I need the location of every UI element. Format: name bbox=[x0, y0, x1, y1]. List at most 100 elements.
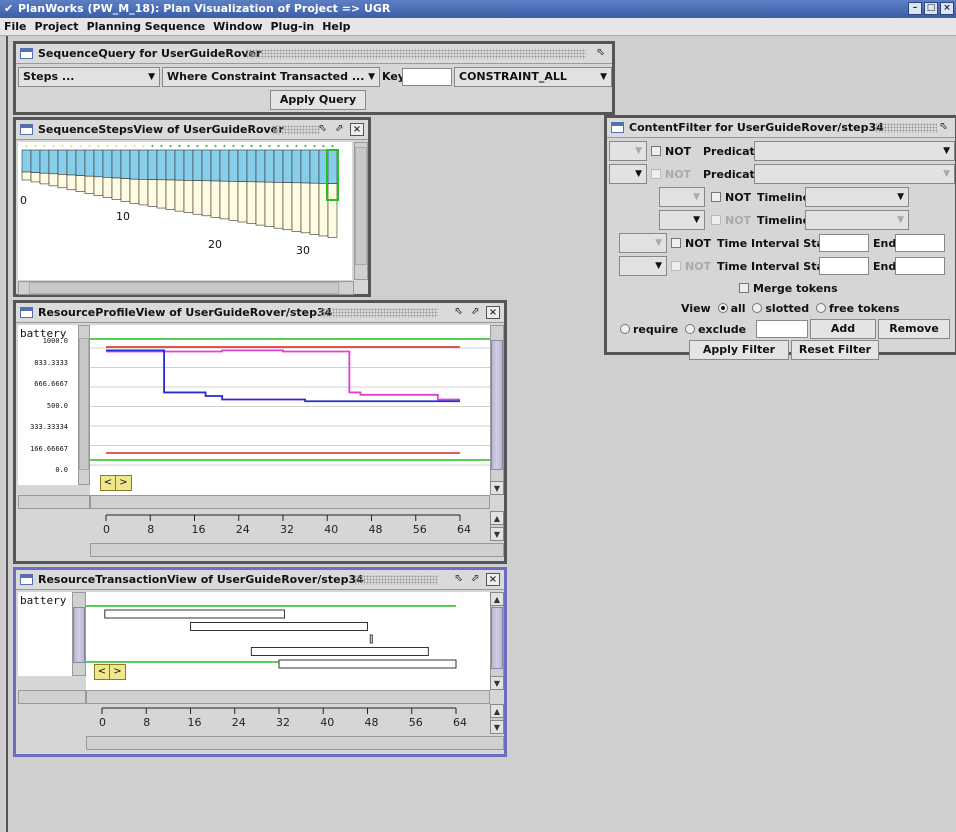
restore-icon[interactable]: ⬁ bbox=[452, 573, 466, 586]
interval2-start-input[interactable] bbox=[819, 257, 869, 275]
close-icon[interactable]: × bbox=[350, 123, 364, 136]
predicate2-and-or-combo[interactable]: ▼ bbox=[609, 164, 647, 184]
require-exclude-input[interactable] bbox=[756, 320, 808, 338]
scroll-right-button[interactable]: > bbox=[110, 665, 125, 679]
sequence-steps-titlebar[interactable]: SequenceStepsView of UserGuideRover ⬁ ⬀ … bbox=[16, 120, 368, 140]
interval-not-checkbox[interactable]: NOT bbox=[671, 237, 711, 250]
resource-transaction-titlebar[interactable]: ResourceTransactionView of UserGuideRove… bbox=[16, 570, 504, 590]
transaction-axis-vscrollbar[interactable]: ▲ ▼ bbox=[490, 704, 504, 734]
restore-icon[interactable]: ⬁ bbox=[316, 123, 330, 136]
reset-filter-button[interactable]: Reset Filter bbox=[791, 340, 879, 360]
transaction-label-vscrollbar[interactable] bbox=[72, 592, 86, 676]
view-free-radio[interactable] bbox=[815, 303, 826, 313]
scroll-up-arrow[interactable]: ▲ bbox=[490, 511, 504, 525]
scroll-down-arrow[interactable]: ▼ bbox=[490, 481, 504, 495]
menu-file[interactable]: File bbox=[4, 18, 27, 35]
where-combo[interactable]: Where Constraint Transacted ... ▼ bbox=[162, 67, 380, 87]
steps-combo[interactable]: Steps ... ▼ bbox=[18, 67, 160, 87]
exclude-radio[interactable] bbox=[685, 324, 696, 334]
predicate-and-or-combo[interactable]: ▼ bbox=[609, 141, 647, 161]
menu-help[interactable]: Help bbox=[322, 18, 350, 35]
minimize-icon[interactable]: – bbox=[908, 2, 922, 15]
checkbox[interactable] bbox=[711, 215, 721, 225]
transaction-axis-hscrollbar[interactable] bbox=[86, 736, 504, 750]
resource-profile-titlebar[interactable]: ResourceProfileView of UserGuideRover/st… bbox=[16, 303, 504, 323]
transaction-vscrollbar[interactable]: ▲ ▼ bbox=[490, 592, 504, 690]
restore-icon[interactable]: ⬁ bbox=[594, 47, 608, 60]
scroll-thumb[interactable] bbox=[355, 147, 367, 265]
maximize-icon[interactable]: ⬀ bbox=[468, 573, 482, 586]
restore-icon[interactable]: ⬁ bbox=[937, 121, 951, 134]
interval2-end-input[interactable] bbox=[895, 257, 945, 275]
timeline-not-checkbox[interactable]: NOT bbox=[711, 191, 751, 204]
maximize-icon[interactable]: ⬀ bbox=[332, 123, 346, 136]
interval2-and-or-combo[interactable]: ▼ bbox=[619, 256, 667, 276]
steps-vscrollbar[interactable] bbox=[354, 142, 368, 280]
predicate-not-checkbox[interactable]: NOT bbox=[651, 145, 691, 158]
checkbox[interactable] bbox=[671, 261, 681, 271]
scroll-down-arrow[interactable]: ▼ bbox=[490, 676, 504, 690]
merge-tokens-checkbox[interactable]: Merge tokens bbox=[739, 282, 838, 295]
remove-button[interactable]: Remove bbox=[878, 319, 950, 339]
interval-start-input[interactable] bbox=[819, 234, 869, 252]
interval2-not-checkbox[interactable]: NOT bbox=[671, 260, 711, 273]
timeline2-not-checkbox[interactable]: NOT bbox=[711, 214, 751, 227]
scroll-left-button[interactable]: < bbox=[95, 665, 110, 679]
close-icon[interactable]: × bbox=[940, 2, 954, 15]
maximize-icon[interactable]: ⬀ bbox=[468, 306, 482, 319]
scroll-right-button[interactable]: > bbox=[116, 476, 131, 490]
steps-chart[interactable] bbox=[18, 142, 352, 280]
resource-profile-chart[interactable] bbox=[90, 325, 490, 495]
checkbox[interactable] bbox=[651, 169, 661, 179]
key-input[interactable] bbox=[402, 68, 452, 86]
timeline-and-or-combo[interactable]: ▼ bbox=[659, 187, 705, 207]
transaction-label-hscrollbar[interactable] bbox=[18, 690, 86, 704]
menu-planning-sequence[interactable]: Planning Sequence bbox=[87, 18, 206, 35]
view-slotted-radio[interactable] bbox=[752, 303, 763, 313]
scroll-thumb[interactable] bbox=[491, 340, 503, 470]
timeline-combo[interactable]: ▼ bbox=[805, 187, 909, 207]
sequence-query-titlebar[interactable]: SequenceQuery for UserGuideRover ⬁ bbox=[16, 44, 612, 64]
close-icon[interactable]: × bbox=[486, 573, 500, 586]
app-menu-icon[interactable]: ✔ bbox=[4, 0, 13, 18]
checkbox[interactable] bbox=[671, 238, 681, 248]
apply-filter-button[interactable]: Apply Filter bbox=[689, 340, 789, 360]
menu-plug-in[interactable]: Plug-in bbox=[271, 18, 315, 35]
scroll-thumb[interactable] bbox=[73, 607, 85, 663]
scroll-up-arrow[interactable]: ▲ bbox=[490, 704, 504, 718]
checkbox[interactable] bbox=[711, 192, 721, 202]
content-filter-titlebar[interactable]: ContentFilter for UserGuideRover/step34 … bbox=[607, 118, 955, 138]
resource-transaction-chart[interactable] bbox=[86, 592, 490, 690]
profile-axis-vscrollbar[interactable]: ▲ ▼ bbox=[490, 511, 504, 541]
predicate2-combo[interactable]: ▼ bbox=[754, 164, 955, 184]
scroll-thumb[interactable] bbox=[491, 607, 503, 669]
close-icon[interactable]: × bbox=[486, 306, 500, 319]
scroll-left-button[interactable]: < bbox=[101, 476, 116, 490]
require-radio[interactable] bbox=[620, 324, 630, 334]
checkbox[interactable] bbox=[739, 283, 749, 293]
scroll-down-arrow[interactable]: ▼ bbox=[490, 720, 504, 734]
profile-label-vscrollbar[interactable] bbox=[78, 325, 90, 485]
profile-axis-hscrollbar[interactable] bbox=[90, 543, 504, 557]
checkbox[interactable] bbox=[651, 146, 661, 156]
profile-vscrollbar[interactable]: ▼ bbox=[490, 325, 504, 495]
profile-hscrollbar[interactable] bbox=[90, 495, 490, 509]
timeline2-and-or-combo[interactable]: ▼ bbox=[659, 210, 705, 230]
interval-end-input[interactable] bbox=[895, 234, 945, 252]
add-button[interactable]: Add bbox=[810, 319, 876, 339]
predicate2-not-checkbox[interactable]: NOT bbox=[651, 168, 691, 181]
view-all-radio[interactable] bbox=[717, 303, 728, 313]
restore-icon[interactable]: ⬁ bbox=[452, 306, 466, 319]
scroll-thumb[interactable] bbox=[79, 338, 89, 470]
maximize-icon[interactable]: □ bbox=[924, 2, 938, 15]
steps-hscrollbar[interactable] bbox=[18, 281, 354, 295]
interval-and-or-combo[interactable]: ▼ bbox=[619, 233, 667, 253]
scroll-up-arrow[interactable]: ▲ bbox=[490, 592, 504, 606]
scroll-thumb[interactable] bbox=[29, 282, 339, 294]
scroll-down-arrow[interactable]: ▼ bbox=[490, 527, 504, 541]
constraint-combo[interactable]: CONSTRAINT_ALL ▼ bbox=[454, 67, 612, 87]
timeline2-combo[interactable]: ▼ bbox=[805, 210, 909, 230]
menu-window[interactable]: Window bbox=[213, 18, 262, 35]
transaction-hscrollbar[interactable] bbox=[86, 690, 490, 704]
profile-label-hscrollbar[interactable] bbox=[18, 495, 90, 509]
